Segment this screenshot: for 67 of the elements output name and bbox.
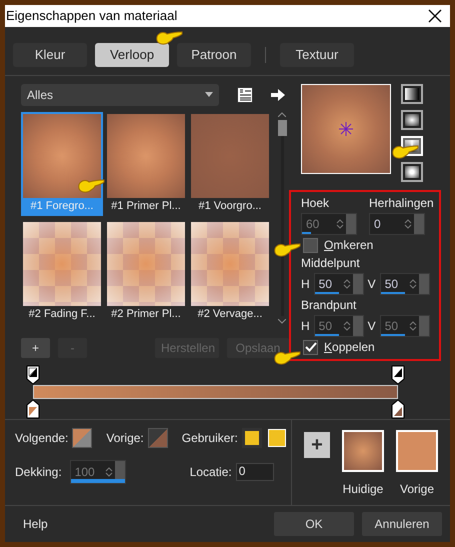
position-spinbox[interactable]: 50 bbox=[314, 272, 364, 295]
swatch-label: Vorige bbox=[400, 482, 434, 496]
user-color-swatch[interactable] bbox=[268, 428, 286, 447]
pointing-hand-icon bbox=[155, 29, 183, 45]
user-label: Gebruiker: bbox=[182, 430, 238, 445]
previous-label: Vorige: bbox=[106, 430, 144, 445]
dialog-button[interactable]: OK bbox=[274, 512, 354, 536]
filter-dropdown[interactable]: Alles bbox=[21, 84, 219, 106]
dialog-button[interactable]: Annuleren bbox=[362, 512, 442, 536]
gradient-style-button[interactable] bbox=[401, 162, 423, 182]
gradient-thumbnail[interactable]: #1 Primer Pl... bbox=[105, 112, 187, 216]
gradient-style-button[interactable] bbox=[401, 84, 423, 104]
axis-label: H bbox=[301, 318, 310, 333]
next-color-button[interactable] bbox=[72, 428, 92, 448]
pointing-hand-icon bbox=[391, 143, 419, 159]
link-checkbox[interactable]: Koppelen bbox=[301, 340, 433, 355]
invert-checkbox[interactable]: Omkeren bbox=[301, 238, 433, 253]
window-title: Eigenschappen van materiaal bbox=[6, 8, 178, 24]
opacity-stop-icon[interactable] bbox=[26, 364, 40, 385]
axis-label: V bbox=[368, 276, 376, 291]
angle-label: Hoek bbox=[301, 196, 330, 210]
repeats-label: Herhalingen bbox=[369, 196, 431, 210]
scroll-up-icon[interactable] bbox=[278, 112, 286, 117]
gradient-bar[interactable] bbox=[33, 384, 398, 399]
opacity-stop-icon[interactable] bbox=[391, 364, 405, 385]
color-stop-icon[interactable] bbox=[26, 398, 40, 419]
color-stop-icon[interactable] bbox=[391, 398, 405, 419]
pointing-hand-icon bbox=[77, 177, 105, 193]
position-spinbox[interactable]: 50 bbox=[380, 272, 430, 295]
spin-arrows-icon[interactable] bbox=[408, 278, 417, 290]
previous-color-button[interactable] bbox=[148, 428, 168, 448]
material-swatch[interactable] bbox=[396, 430, 438, 472]
tab[interactable]: Patroon bbox=[177, 42, 251, 67]
user-color-button[interactable] bbox=[242, 428, 262, 448]
help-link[interactable]: Help bbox=[23, 517, 266, 532]
gradient-style-button[interactable] bbox=[401, 110, 423, 130]
close-icon[interactable] bbox=[428, 8, 442, 23]
tab[interactable]: Kleur bbox=[13, 42, 87, 67]
editor-button[interactable]: + bbox=[21, 338, 50, 358]
check-icon bbox=[304, 342, 316, 352]
next-label: Volgende: bbox=[15, 430, 68, 445]
pointing-hand-icon bbox=[273, 241, 301, 257]
location-label: Locatie: bbox=[190, 464, 232, 479]
scroll-down-icon[interactable] bbox=[278, 318, 286, 324]
tab[interactable]: Verloop bbox=[95, 42, 169, 67]
add-swatch-button[interactable]: + bbox=[304, 432, 330, 458]
location-field[interactable]: 0 bbox=[236, 462, 274, 481]
axis-label: H bbox=[301, 276, 310, 291]
crosshair-icon[interactable] bbox=[339, 122, 353, 136]
section-label: Middelpunt bbox=[301, 256, 361, 270]
arrow-icon[interactable] bbox=[271, 88, 285, 101]
repeats-spinbox[interactable]: 0 bbox=[369, 212, 425, 235]
opacity-label: Dekking: bbox=[15, 464, 62, 479]
spin-arrows-icon[interactable] bbox=[342, 278, 351, 290]
gradient-thumbnail[interactable]: #2 Fading F... bbox=[21, 220, 103, 324]
spin-arrows-icon[interactable] bbox=[404, 218, 412, 230]
swatch-label: Huidige bbox=[342, 482, 384, 496]
gradient-thumbnail[interactable]: #2 Vervage... bbox=[189, 220, 271, 324]
scroll-thumb[interactable] bbox=[278, 120, 286, 136]
gradient-thumbnail[interactable]: #2 Primer Pl... bbox=[105, 220, 187, 324]
axis-label: V bbox=[368, 318, 376, 333]
material-swatch[interactable] bbox=[342, 430, 384, 472]
tab[interactable]: Textuur bbox=[280, 42, 354, 67]
section-label: Brandpunt bbox=[301, 298, 358, 312]
list-icon[interactable] bbox=[237, 86, 253, 103]
gradient-thumbnail[interactable]: #1 Voorgro... bbox=[189, 112, 271, 216]
caret-icon[interactable] bbox=[205, 92, 213, 98]
